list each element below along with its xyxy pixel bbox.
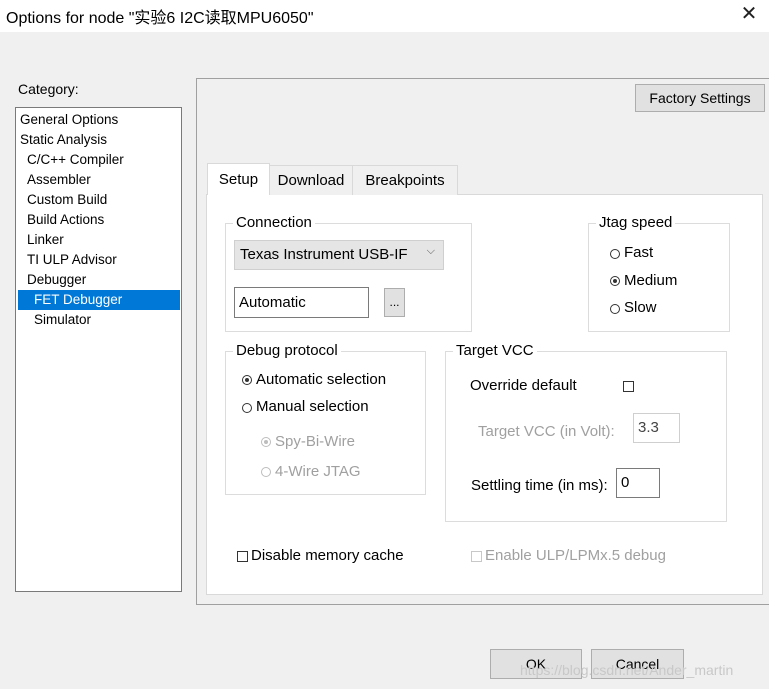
tab-breakpoints[interactable]: Breakpoints [352,165,458,195]
jtag-slow-radio[interactable] [610,304,620,314]
category-item-assembler[interactable]: Assembler [27,170,91,190]
spy-bi-wire-label: Spy-Bi-Wire [275,433,356,450]
jtag-fast-radio[interactable] [610,249,620,259]
driver-select[interactable]: Texas Instrument USB-IF ⌵ [234,240,444,270]
close-icon[interactable]: ✕ [729,0,769,28]
manual-selection-radio[interactable] [242,403,252,413]
port-field[interactable]: Automatic [234,287,369,318]
automatic-selection-radio[interactable] [242,375,252,385]
tab-download[interactable]: Download [269,165,353,195]
override-default-checkbox[interactable] [623,381,634,392]
debug-protocol-title: Debug protocol [233,342,341,359]
category-list[interactable]: General Options Static Analysis C/C++ Co… [15,107,182,592]
disable-memory-cache-checkbox[interactable] [237,551,248,562]
connection-title: Connection [233,214,315,231]
target-vcc-volt-field[interactable]: 3.3 [633,413,680,443]
driver-select-value: Texas Instrument USB-IF [240,246,408,263]
jtag-fast-label: Fast [624,244,654,261]
target-vcc-volt-label: Target VCC (in Volt): [478,423,615,440]
disable-memory-cache-label: Disable memory cache [251,547,404,564]
category-item-custom-build[interactable]: Custom Build [27,190,107,210]
jtag-medium-radio[interactable] [610,276,620,286]
settling-time-label: Settling time (in ms): [471,477,608,494]
category-item-fet-debugger[interactable]: FET Debugger [18,290,180,310]
override-default-label: Override default [470,377,577,394]
category-item-ulp-advisor[interactable]: TI ULP Advisor [27,250,117,270]
title-bar: Options for node "实验6 I2C读取MPU6050" ✕ [0,0,769,32]
category-label: Category: [18,81,79,97]
tab-setup[interactable]: Setup [207,163,270,195]
factory-settings-button[interactable]: Factory Settings [635,84,765,112]
enable-ulp-label: Enable ULP/LPMx.5 debug [485,547,666,564]
settling-time-field[interactable]: 0 [616,468,660,498]
watermark: https://blog.csdn.net/Ander_martin [520,662,734,678]
chevron-down-icon: ⌵ [426,245,435,257]
jtag-medium-label: Medium [624,272,678,289]
browse-button[interactable]: ... [384,288,405,317]
four-wire-jtag-radio[interactable] [261,467,271,477]
automatic-selection-label: Automatic selection [256,371,387,388]
target-vcc-title: Target VCC [453,342,537,359]
category-item-compiler[interactable]: C/C++ Compiler [27,150,124,170]
category-item-linker[interactable]: Linker [27,230,64,250]
jtag-slow-label: Slow [624,299,657,316]
category-item-debugger[interactable]: Debugger [27,270,86,290]
manual-selection-label: Manual selection [256,398,369,415]
category-item-simulator[interactable]: Simulator [34,310,91,330]
jtag-speed-title: Jtag speed [596,214,676,231]
category-item-build-actions[interactable]: Build Actions [27,210,104,230]
four-wire-jtag-label: 4-Wire JTAG [275,463,361,480]
category-item-static-analysis[interactable]: Static Analysis [20,130,107,150]
enable-ulp-checkbox[interactable] [471,551,482,562]
category-item-general-options[interactable]: General Options [20,110,118,130]
spy-bi-wire-radio[interactable] [261,437,271,447]
window-title: Options for node "实验6 I2C读取MPU6050" [6,10,314,27]
